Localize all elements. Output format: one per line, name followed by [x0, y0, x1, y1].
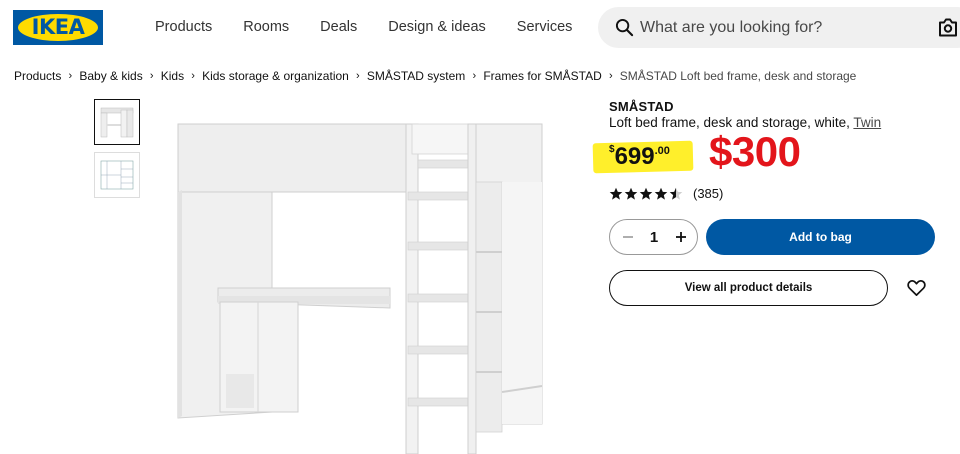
- sale-price: $300: [709, 128, 801, 175]
- site-header: IKEA Products Rooms Deals Design & ideas…: [0, 0, 960, 56]
- quantity-value[interactable]: 1: [646, 229, 662, 246]
- old-price-integer: 699: [614, 143, 655, 170]
- old-price: $699.00: [592, 140, 694, 175]
- product-name: SMÅSTAD: [609, 99, 674, 114]
- review-count[interactable]: (385): [693, 186, 723, 201]
- chevron-right-icon: ›: [191, 70, 195, 82]
- thumbnail-bed-image: [100, 107, 134, 138]
- main-nav: Products Rooms Deals Design & ideas Serv…: [155, 18, 603, 36]
- nav-design-ideas[interactable]: Design & ideas: [388, 18, 486, 36]
- star-full-icon: [609, 187, 623, 200]
- breadcrumb-frames[interactable]: Frames for SMÅSTAD: [483, 69, 601, 83]
- search-icon[interactable]: [615, 18, 634, 37]
- breadcrumb-kids-storage[interactable]: Kids storage & organization: [202, 69, 349, 83]
- star-full-icon: [624, 187, 638, 200]
- chevron-right-icon: ›: [68, 70, 73, 82]
- breadcrumb-baby-kids[interactable]: Baby & kids: [79, 69, 142, 83]
- size-link[interactable]: Twin: [853, 115, 881, 130]
- star-full-icon: [639, 187, 653, 200]
- star-half-icon: [669, 187, 683, 200]
- chevron-right-icon: ›: [149, 70, 154, 82]
- rating[interactable]: (385): [609, 186, 723, 201]
- quantity-stepper: 1: [609, 219, 698, 255]
- add-to-bag-button[interactable]: Add to bag: [706, 219, 935, 255]
- thumbnail-product-front[interactable]: [94, 99, 140, 145]
- nav-deals[interactable]: Deals: [320, 18, 357, 36]
- search-input[interactable]: [640, 17, 920, 39]
- old-price-decimals: .00: [654, 145, 670, 157]
- ikea-logo[interactable]: IKEA: [13, 10, 103, 45]
- nav-rooms[interactable]: Rooms: [243, 18, 289, 36]
- old-price-currency: $: [609, 144, 615, 155]
- breadcrumb-kids[interactable]: Kids: [161, 69, 184, 83]
- nav-products[interactable]: Products: [155, 18, 212, 36]
- camera-icon[interactable]: [938, 18, 958, 37]
- search-bar[interactable]: [598, 7, 960, 48]
- thumbnail-product-diagram[interactable]: [94, 152, 140, 198]
- product-image-loft-bed: [177, 123, 543, 454]
- old-price-text: $699.00: [609, 145, 670, 169]
- breadcrumb-current: SMÅSTAD Loft bed frame, desk and storage: [619, 69, 857, 83]
- chevron-right-icon: ›: [472, 70, 477, 82]
- star-full-icon: [654, 187, 668, 200]
- minus-icon[interactable]: [619, 228, 637, 246]
- chevron-right-icon: ›: [608, 70, 613, 82]
- nav-services[interactable]: Services: [517, 18, 573, 36]
- breadcrumb-products[interactable]: Products: [14, 69, 61, 83]
- thumbnail-diagram-image: [100, 160, 134, 190]
- breadcrumb: Products › Baby & kids › Kids › Kids sto…: [14, 69, 856, 83]
- breadcrumb-smastad-system[interactable]: SMÅSTAD system: [367, 69, 465, 83]
- plus-icon[interactable]: [672, 228, 690, 246]
- chevron-right-icon: ›: [356, 70, 360, 82]
- heart-icon[interactable]: [907, 279, 926, 297]
- logo-text: IKEA: [31, 15, 85, 39]
- view-details-button[interactable]: View all product details: [609, 270, 888, 306]
